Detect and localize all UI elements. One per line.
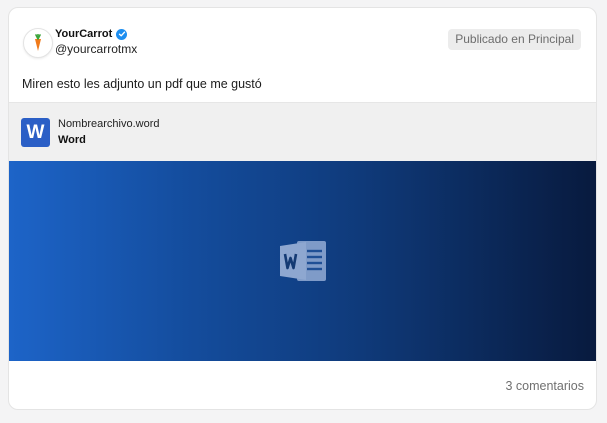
attachment-file-name: Nombrearchivo.word <box>58 118 160 130</box>
attachment-file-type: Word <box>58 134 86 146</box>
post-text: Miren esto les adjunto un pdf que me gus… <box>22 77 262 91</box>
comments-count[interactable]: 3 comentarios <box>505 379 584 393</box>
author-name-text[interactable]: YourCarrot <box>55 28 112 40</box>
post-header: YourCarrot @yourcarrotmx Publicado en Pr… <box>9 8 596 68</box>
avatar[interactable] <box>23 28 53 58</box>
post-footer: 3 comentarios <box>9 361 596 409</box>
word-file-icon: W <box>21 118 50 147</box>
author-name[interactable]: YourCarrot <box>55 28 128 40</box>
attachment-preview[interactable] <box>9 161 596 361</box>
file-icon-letter: W <box>26 121 45 143</box>
verified-badge-icon <box>116 28 128 40</box>
attachment-card[interactable]: W Nombrearchivo.word Word <box>9 102 596 161</box>
status-badge: Publicado en Principal <box>448 29 581 50</box>
word-document-icon <box>279 241 326 281</box>
post-card: YourCarrot @yourcarrotmx Publicado en Pr… <box>8 7 597 410</box>
carrot-icon <box>35 34 41 51</box>
author-handle[interactable]: @yourcarrotmx <box>55 42 137 56</box>
